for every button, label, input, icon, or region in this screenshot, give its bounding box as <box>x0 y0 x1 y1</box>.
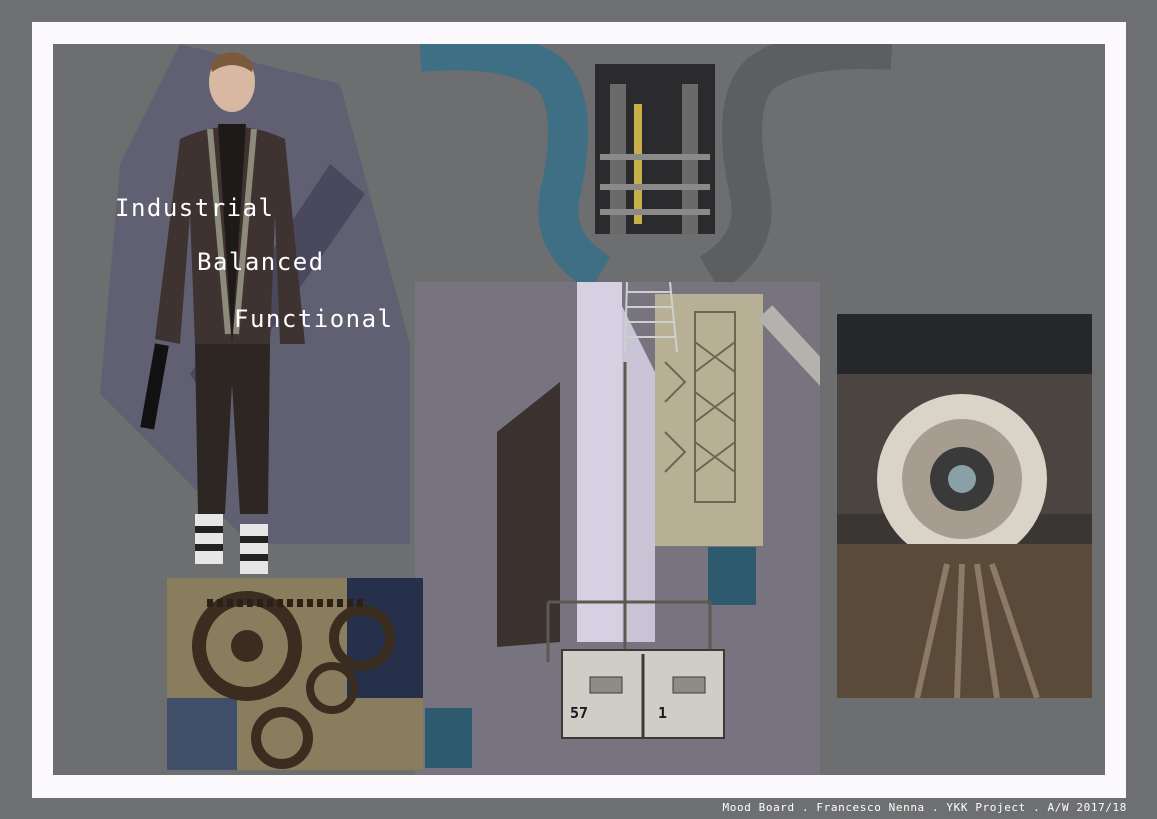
center-collage-art <box>497 282 820 739</box>
teal-accent-square <box>425 708 472 768</box>
cabinet-number-right: 1 <box>658 704 668 722</box>
industrial-pipes-image <box>420 44 892 284</box>
cabinet-number-left: 57 <box>570 704 589 722</box>
tunnel-boring-machine-image <box>837 314 1092 698</box>
keyword-balanced: Balanced <box>197 248 325 276</box>
footer-caption: Mood Board . Francesco Nenna . YKK Proje… <box>722 801 1127 814</box>
keyword-functional: Functional <box>234 305 394 333</box>
keyword-industrial: Industrial <box>115 194 275 222</box>
center-collage-panel: 57 1 <box>415 282 820 775</box>
rusty-gears-image <box>167 578 423 770</box>
machine-art <box>837 314 1092 698</box>
gears-art <box>167 578 423 770</box>
